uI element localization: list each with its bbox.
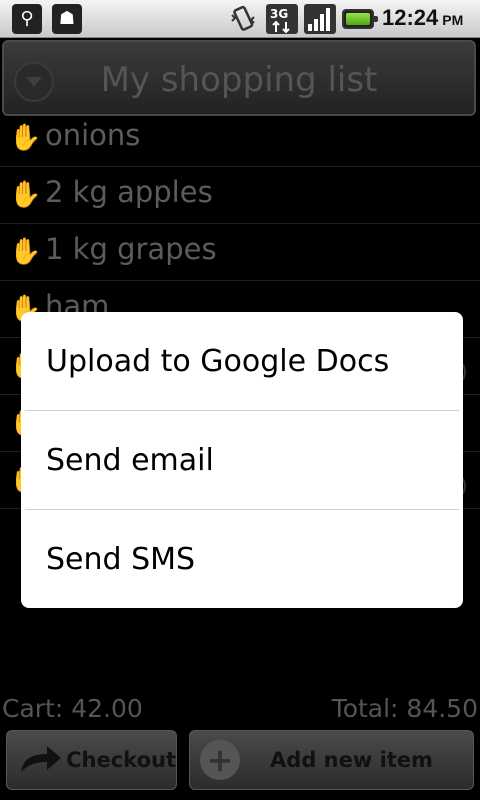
list-item[interactable]: ✋ 2 kg apples	[0, 167, 480, 224]
menu-item-upload-google-docs[interactable]: Upload to Google Docs	[21, 312, 463, 410]
item-label: 1 kg grapes	[45, 232, 217, 266]
clock-time: 12:24	[382, 5, 439, 30]
3g-data-icon: 3G	[266, 4, 298, 34]
arrow-icon	[13, 740, 66, 780]
totals-row: Cart: 42.00 Total: 84.50	[0, 694, 480, 724]
list-item[interactable]: ✋ 1 kg grapes	[0, 224, 480, 281]
android-debug-icon: ☗	[52, 4, 82, 34]
menu-item-send-email[interactable]: Send email	[21, 411, 463, 509]
status-bar: ⚲ ☗ 3G 12:24 PM	[0, 0, 480, 38]
clock-ampm: PM	[442, 12, 464, 28]
share-dialog: Upload to Google Docs Send email Send SM…	[21, 312, 463, 608]
title-bar: My shopping list	[2, 40, 476, 116]
checkout-label: Checkout	[66, 748, 176, 772]
clock: 12:24 PM	[382, 5, 463, 33]
menu-item-send-sms[interactable]: Send SMS	[21, 510, 463, 608]
add-item-label: Add new item	[270, 748, 433, 772]
item-label: onions	[45, 118, 141, 152]
drag-handle-icon[interactable]: ✋	[9, 179, 41, 211]
list-item[interactable]: ✋ onions	[0, 110, 480, 167]
battery-icon	[342, 9, 378, 29]
drag-handle-icon[interactable]: ✋	[9, 122, 41, 154]
add-item-button[interactable]: + Add new item	[189, 730, 474, 790]
page-title: My shopping list	[100, 60, 378, 100]
signal-strength-icon	[304, 4, 336, 34]
vibrate-icon	[228, 4, 258, 34]
usb-icon: ⚲	[12, 4, 42, 34]
svg-text:3G: 3G	[270, 7, 288, 21]
drag-handle-icon[interactable]: ✋	[9, 236, 41, 268]
checkout-button[interactable]: Checkout	[6, 730, 177, 790]
item-label: 2 kg apples	[45, 175, 213, 209]
grand-total: Total: 84.50	[331, 694, 478, 723]
cart-total: Cart: 42.00	[2, 694, 143, 723]
